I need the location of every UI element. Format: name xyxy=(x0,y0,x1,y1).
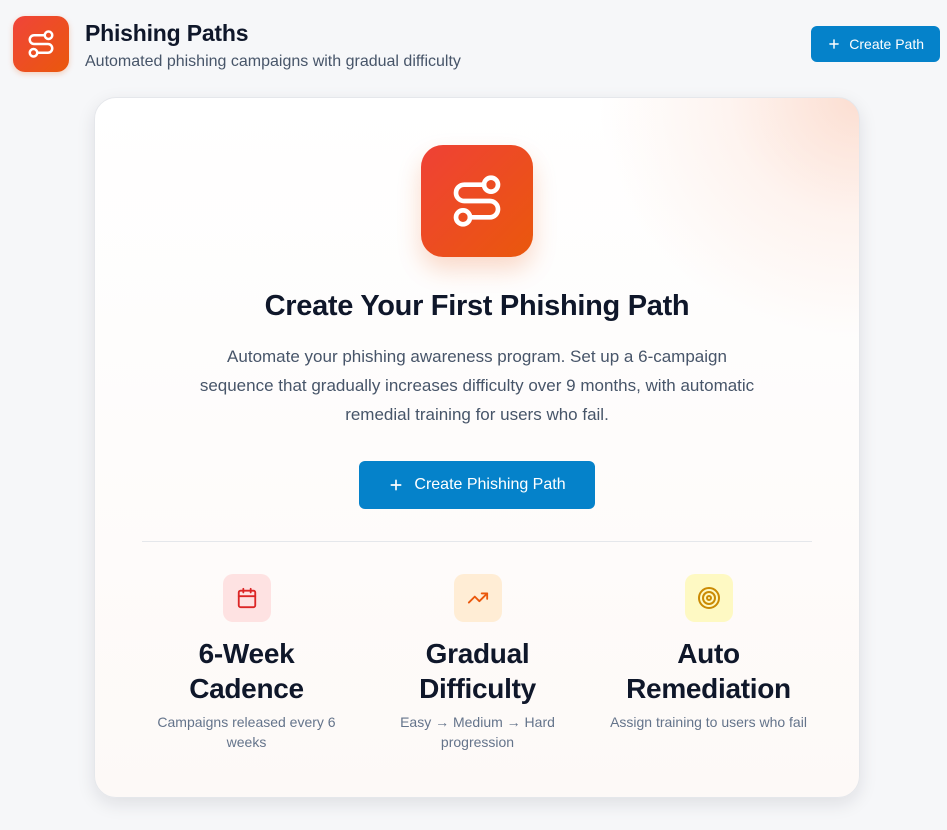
plus-icon xyxy=(829,39,840,49)
feature-description: Easy → Medium → Hard progression xyxy=(400,714,555,750)
create-phishing-path-button[interactable]: Create Phishing Path xyxy=(359,461,595,509)
feature-title: 6-Week Cadence xyxy=(189,638,304,704)
feature-description: Assign training to users who fail xyxy=(610,714,807,730)
empty-state-title: Create Your First Phishing Path xyxy=(264,290,690,322)
empty-state-description: Automate your phishing awareness program… xyxy=(199,347,755,424)
empty-state-card: Create Your First Phishing Path Automate… xyxy=(94,97,860,798)
feature-description: Campaigns released every 6 weeks xyxy=(157,714,336,750)
create-phishing-path-button-label: Create Phishing Path xyxy=(414,476,566,493)
page-header: Phishing Paths Automated phishing campai… xyxy=(13,16,461,72)
feature-item-cadence: 6-Week Cadence Campaigns released every … xyxy=(131,574,362,752)
page-title: Phishing Paths xyxy=(85,20,249,46)
create-path-button-label: Create Path xyxy=(849,36,924,52)
app: Phishing Paths Automated phishing campai… xyxy=(0,0,947,830)
feature-item-difficulty: Gradual Difficulty Easy → Medium → Hard … xyxy=(362,574,593,752)
route-icon xyxy=(421,145,533,257)
divider xyxy=(142,541,812,542)
plus-icon xyxy=(390,479,402,491)
calendar-icon xyxy=(222,574,271,622)
trending-up-icon xyxy=(453,574,502,622)
target-icon xyxy=(684,574,733,622)
title-block: Phishing Paths Automated phishing campai… xyxy=(85,18,461,72)
page-subtitle: Automated phishing campaigns with gradua… xyxy=(85,53,461,70)
features-list: 6-Week Cadence Campaigns released every … xyxy=(131,574,824,752)
route-icon xyxy=(13,16,69,72)
feature-title: Auto Remediation xyxy=(626,638,791,704)
feature-item-remediation: Auto Remediation Assign training to user… xyxy=(593,574,824,752)
feature-title: Gradual Difficulty xyxy=(419,638,536,704)
create-path-button[interactable]: Create Path xyxy=(811,26,940,62)
